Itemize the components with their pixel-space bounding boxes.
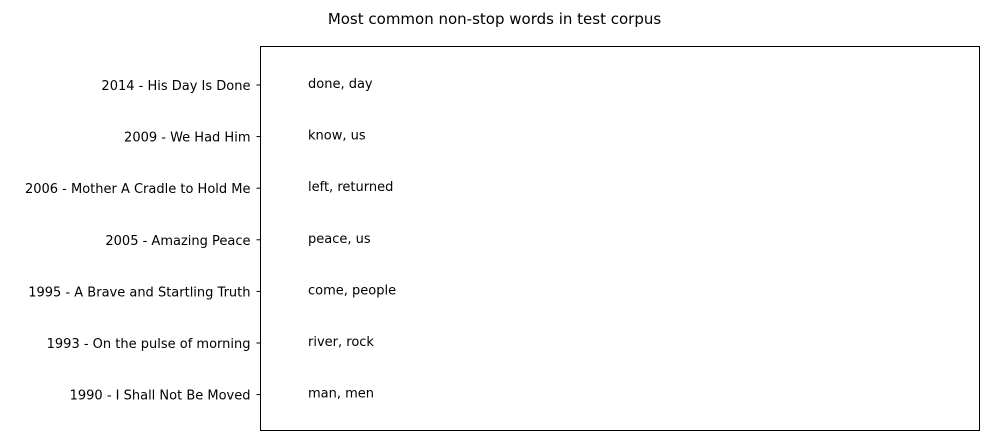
row-words-text: man, men — [308, 387, 374, 402]
chart-title: Most common non-stop words in test corpu… — [328, 10, 662, 28]
row-words-text: river, rock — [308, 335, 374, 350]
y-tick-label: 2005 - Amazing Peace — [105, 234, 250, 249]
figure-background — [0, 0, 989, 446]
row-words-text: left, returned — [308, 180, 393, 195]
chart-figure: Most common non-stop words in test corpu… — [0, 0, 989, 446]
y-tick-label: 2006 - Mother A Cradle to Hold Me — [25, 182, 251, 197]
y-tick-label: 1993 - On the pulse of morning — [47, 337, 251, 352]
row-words-text: come, people — [308, 283, 396, 298]
y-tick-label: 2009 - We Had Him — [124, 131, 250, 146]
y-tick-label: 1995 - A Brave and Startling Truth — [28, 285, 250, 300]
row-words-text: peace, us — [308, 232, 371, 247]
row-words-text: know, us — [308, 129, 366, 144]
row-words-text: done, day — [308, 77, 373, 92]
y-tick-label: 1990 - I Shall Not Be Moved — [70, 389, 251, 404]
y-tick-label: 2014 - His Day Is Done — [101, 79, 250, 94]
